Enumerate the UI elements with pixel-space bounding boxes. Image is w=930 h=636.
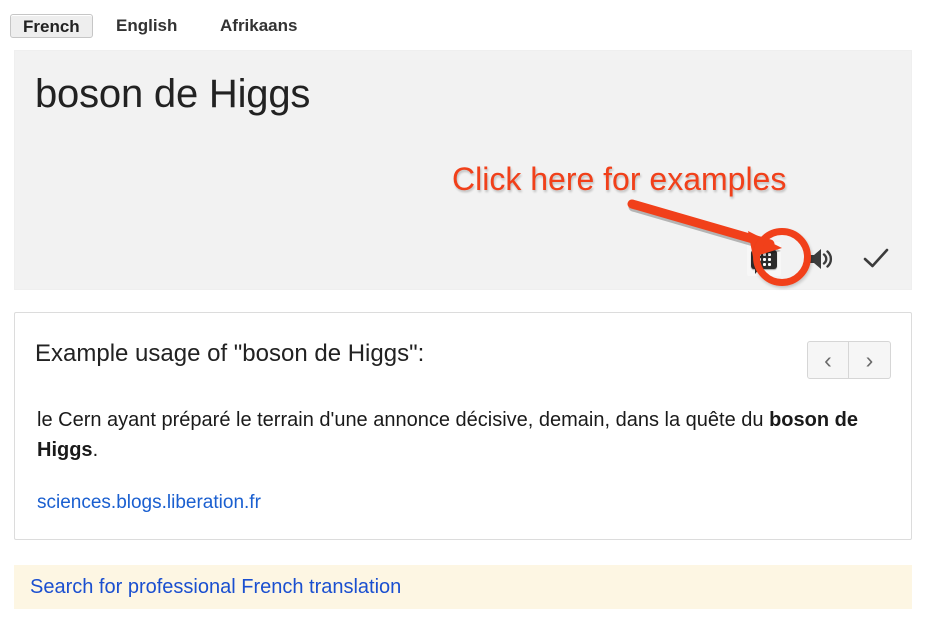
language-tab-bar: French English Afrikaans	[0, 0, 930, 50]
tab-afrikaans[interactable]: Afrikaans	[220, 14, 297, 38]
circle-highlight	[753, 228, 811, 286]
source-phrase: boson de Higgs	[35, 72, 311, 116]
promo-bar: Search for professional French translati…	[14, 565, 912, 609]
tab-english[interactable]: English	[116, 14, 177, 38]
professional-translation-link[interactable]: Search for professional French translati…	[30, 575, 401, 599]
examples-card: Example usage of "boson de Higgs": ‹ › l…	[14, 312, 912, 540]
example-sentence-before: le Cern ayant préparé le terrain d'une a…	[37, 409, 770, 431]
example-source-link[interactable]: sciences.blogs.liberation.fr	[37, 491, 261, 515]
example-pager: ‹ ›	[807, 341, 891, 379]
checkmark-icon[interactable]	[859, 242, 893, 276]
annotation-note: Click here for examples	[452, 161, 787, 197]
tab-french[interactable]: French	[10, 14, 93, 38]
example-sentence: le Cern ayant préparé le terrain d'une a…	[37, 405, 892, 465]
example-sentence-after: .	[92, 439, 99, 461]
examples-heading: Example usage of "boson de Higgs":	[35, 340, 425, 367]
next-example-button[interactable]: ›	[849, 341, 891, 379]
previous-example-button[interactable]: ‹	[807, 341, 849, 379]
